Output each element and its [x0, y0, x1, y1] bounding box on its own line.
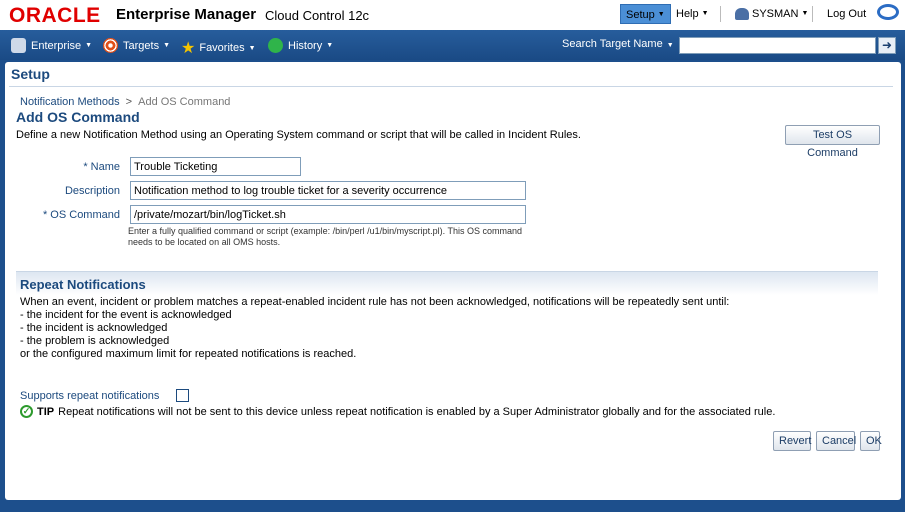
os-command-label: * OS Command — [12, 209, 120, 221]
name-label: * Name — [12, 161, 120, 173]
content-panel: Setup Notification Methods > Add OS Comman… — [5, 62, 901, 500]
breadcrumb-current: Add OS Command — [138, 96, 231, 108]
section-title: Repeat Notifications — [20, 277, 146, 292]
chevron-down-icon: ▼ — [701, 10, 709, 18]
tip-message: ✓ TIP Repeat notifications will not be s… — [20, 405, 775, 418]
nav-enterprise[interactable]: Enterprise ▼ — [11, 38, 92, 53]
supports-repeat-checkbox[interactable] — [176, 389, 189, 402]
nav-favorites-label: Favorites — [199, 42, 245, 54]
product-edition: Cloud Control 12c — [265, 8, 370, 23]
product-title: Enterprise Manager — [116, 6, 257, 23]
breadcrumb-notification-methods[interactable]: Notification Methods — [20, 96, 120, 108]
repeat-line: - the incident for the event is acknowle… — [20, 309, 232, 321]
oracle-ring-icon — [877, 4, 899, 20]
chevron-down-icon: ▼ — [85, 42, 93, 49]
chevron-down-icon: ▼ — [326, 42, 334, 49]
user-icon — [735, 8, 749, 21]
divider — [720, 6, 721, 22]
breadcrumb: Notification Methods > Add OS Command — [20, 96, 230, 108]
os-command-label-text: OS Command — [50, 209, 120, 221]
checkmark-icon: ✓ — [20, 405, 33, 418]
history-icon — [268, 38, 283, 53]
description-field[interactable] — [130, 181, 526, 200]
search-input[interactable] — [679, 37, 876, 54]
main-nav: Enterprise ▼ Targets ▼ ★ Favorites ▼ His… — [0, 30, 905, 60]
nav-favorites[interactable]: ★ Favorites ▼ — [181, 38, 256, 58]
nav-targets[interactable]: Targets ▼ — [103, 38, 170, 53]
star-icon: ★ — [181, 40, 196, 57]
divider — [812, 6, 813, 22]
nav-enterprise-label: Enterprise — [31, 39, 82, 52]
setup-menu[interactable]: Setup ▼ — [620, 4, 671, 24]
search-go-button[interactable]: ➜ — [878, 37, 896, 54]
repeat-notifications-text: When an event, incident or problem match… — [20, 296, 729, 361]
repeat-line: or the configured maximum limit for repe… — [20, 348, 357, 360]
enterprise-icon — [11, 38, 26, 53]
cancel-button[interactable]: Cancel — [816, 431, 856, 451]
search-target-label: Search Target Name — [562, 38, 663, 50]
repeat-line: - the problem is acknowledged — [20, 335, 170, 347]
divider — [9, 86, 893, 87]
logout-link[interactable]: Log Out — [822, 4, 871, 24]
arrow-right-icon: ➜ — [881, 38, 893, 52]
page-description: Define a new Notification Method using a… — [16, 129, 581, 141]
chevron-down-icon: ▼ — [248, 44, 256, 52]
name-label-text: Name — [90, 161, 120, 173]
nav-history[interactable]: History ▼ — [268, 38, 333, 53]
page-title: Setup — [11, 66, 50, 82]
chevron-down-icon: ▼ — [657, 11, 665, 19]
help-menu[interactable]: Help ▼ — [671, 4, 714, 24]
search-target-menu[interactable]: Search Target Name ▼ — [562, 38, 674, 50]
chevron-down-icon: ▼ — [163, 42, 171, 49]
supports-repeat-label: Supports repeat notifications — [20, 390, 160, 402]
chevron-down-icon: ▼ — [666, 42, 674, 49]
os-command-field[interactable] — [130, 205, 526, 224]
setup-menu-label: Setup — [626, 9, 655, 21]
os-command-hint: Enter a fully qualified command or scrip… — [128, 226, 522, 247]
tip-text: Repeat notifications will not be sent to… — [58, 405, 776, 418]
tip-label: TIP — [37, 405, 55, 418]
name-field[interactable] — [130, 157, 301, 176]
breadcrumb-separator: > — [125, 96, 133, 108]
description-label: Description — [64, 185, 120, 197]
ok-button[interactable]: OK — [860, 431, 882, 451]
required-marker: * — [83, 161, 88, 173]
chevron-down-icon: ▼ — [801, 10, 809, 18]
repeat-notifications-header: Repeat Notifications — [16, 271, 878, 295]
required-marker: * — [42, 209, 48, 221]
nav-history-label: History — [288, 39, 323, 52]
brand-bar: ORACLE Enterprise Manager Cloud Control … — [0, 0, 905, 30]
test-os-command-button[interactable]: Test OS Command — [785, 125, 880, 159]
nav-targets-label: Targets — [123, 39, 160, 52]
repeat-line: - the incident is acknowledged — [20, 322, 168, 334]
page-heading: Add OS Command — [16, 109, 140, 125]
target-icon — [103, 38, 118, 53]
user-menu-label: SYSMAN — [752, 8, 799, 20]
oracle-logo: ORACLE — [9, 4, 101, 27]
repeat-line: When an event, incident or problem match… — [20, 296, 730, 308]
revert-button[interactable]: Revert — [773, 431, 811, 451]
user-menu[interactable]: SYSMAN ▼ — [730, 4, 813, 24]
help-menu-label: Help — [676, 8, 699, 20]
